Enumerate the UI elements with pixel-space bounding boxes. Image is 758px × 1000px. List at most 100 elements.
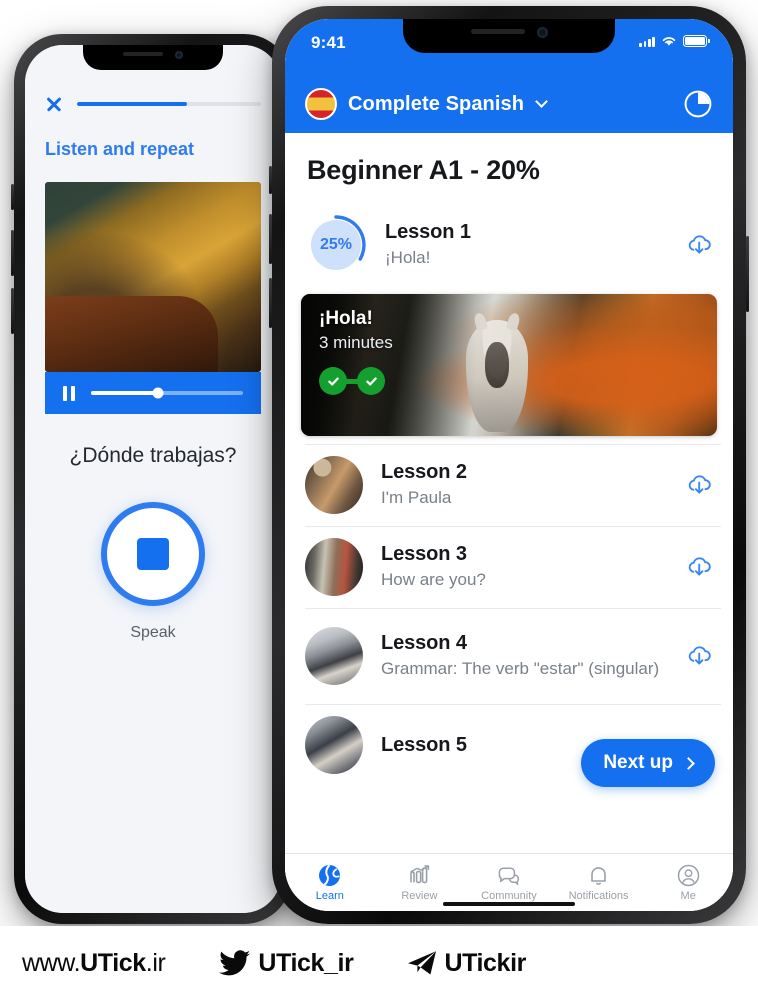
- website-prefix: www.: [22, 948, 81, 977]
- right-phone-volume-down[interactable]: [269, 278, 272, 328]
- check-circle-icon: [357, 367, 385, 395]
- left-phone-mute-switch[interactable]: [11, 184, 14, 210]
- screenshot-stage: Listen and repeat ¿Dónde trabajas? Speak: [0, 0, 758, 1000]
- tab-label: Review: [401, 890, 438, 902]
- lesson-text: Lesson 4 Grammar: The verb "estar" (sing…: [381, 632, 667, 681]
- divider: [305, 704, 721, 705]
- lesson-text: Lesson 3 How are you?: [381, 543, 667, 592]
- earpiece-speaker-icon: [123, 52, 163, 56]
- list-item[interactable]: Lesson 3 How are you?: [285, 526, 733, 608]
- lesson-thumbnail: [305, 538, 363, 596]
- lesson-list-container[interactable]: Beginner A1 - 20% 25% Lesson 1 ¡Hola! ¡H…: [285, 133, 733, 853]
- exercise-heading: Listen and repeat: [45, 139, 195, 159]
- exercise-progress-bar: [77, 102, 261, 106]
- list-item[interactable]: Lesson 4 Grammar: The verb "estar" (sing…: [285, 608, 733, 704]
- app-bar: Complete Spanish: [285, 75, 733, 133]
- chat-bubbles-icon: [499, 867, 520, 885]
- lesson-progress-label: 25%: [319, 236, 353, 253]
- right-phone-device: 9:41 Complete Spanish Beginner A1 - 20% …: [269, 6, 749, 924]
- lesson-subtitle: I'm Paula: [381, 487, 452, 507]
- audio-player[interactable]: [45, 372, 261, 414]
- earpiece-speaker-icon: [470, 29, 525, 34]
- divider: [305, 444, 721, 445]
- website-brand: www.UTick.ir: [22, 948, 166, 978]
- chevron-down-icon[interactable]: [535, 95, 548, 108]
- lesson-title: Lesson 4: [381, 631, 467, 654]
- speak-control: Speak: [25, 502, 281, 642]
- page-title: Beginner A1 - 20%: [307, 155, 540, 185]
- speak-record-button[interactable]: [101, 502, 205, 606]
- lesson-exercise-screen: Listen and repeat ¿Dónde trabajas? Speak: [25, 45, 281, 913]
- right-phone-power-button[interactable]: [746, 236, 749, 312]
- status-time: 9:41: [311, 33, 346, 52]
- divider: [305, 608, 721, 609]
- twitter-handle: UTick_ir: [258, 948, 354, 977]
- bell-icon: [591, 867, 606, 885]
- divider: [305, 526, 721, 527]
- list-item[interactable]: Lesson 2 I'm Paula: [285, 444, 733, 526]
- left-phone-volume-up[interactable]: [11, 230, 14, 276]
- website-suffix: .ir: [145, 948, 166, 977]
- tab-community[interactable]: Community: [464, 863, 554, 902]
- globe-icon: [319, 864, 341, 886]
- pause-icon[interactable]: [63, 385, 75, 401]
- close-x-icon[interactable]: [45, 95, 63, 113]
- battery-full-icon: [683, 35, 710, 47]
- right-phone-mute-switch[interactable]: [269, 166, 272, 194]
- clock-timer-icon[interactable]: [683, 89, 713, 119]
- cloud-download-icon[interactable]: [685, 472, 713, 498]
- left-phone-notch: [83, 45, 223, 70]
- home-indicator: [443, 902, 575, 906]
- tab-label: Me: [680, 890, 696, 902]
- telegram-handle: UTickir: [444, 948, 526, 977]
- tab-review[interactable]: Review: [375, 863, 465, 902]
- front-camera-icon: [175, 51, 183, 59]
- speak-button-label: Speak: [130, 624, 176, 641]
- right-phone-volume-up[interactable]: [269, 214, 272, 264]
- twitter-bird-icon: [219, 949, 251, 975]
- tab-learn[interactable]: Learn: [285, 863, 375, 902]
- exercise-photo: [45, 182, 261, 372]
- lesson-subtitle: How are you?: [381, 569, 486, 589]
- website-url: www.UTick.ir: [22, 948, 166, 978]
- wifi-icon: [662, 37, 676, 46]
- person-circle-icon: [677, 864, 699, 887]
- left-phone-volume-down[interactable]: [11, 288, 14, 334]
- lesson-thumbnail: [305, 627, 363, 685]
- tab-label: Notifications: [568, 890, 629, 902]
- current-lesson-video-card[interactable]: ¡Hola! 3 minutes: [301, 294, 717, 436]
- lesson-title: Lesson 1: [385, 220, 471, 243]
- tab-label: Community: [481, 890, 537, 902]
- left-phone-screen: Listen and repeat ¿Dónde trabajas? Speak: [25, 45, 281, 913]
- course-selector-title[interactable]: Complete Spanish: [348, 93, 524, 116]
- footer-branding-bar: www.UTick.ir UTick_ir UTickir: [0, 926, 758, 1000]
- lesson-text: Lesson 1 ¡Hola!: [385, 221, 667, 270]
- video-title: ¡Hola!: [319, 308, 373, 329]
- cloud-download-icon[interactable]: [685, 643, 713, 669]
- status-icons: [639, 33, 710, 47]
- course-home-screen: 9:41 Complete Spanish Beginner A1 - 20% …: [285, 19, 733, 911]
- tab-me[interactable]: Me: [643, 863, 733, 902]
- twitter-brand: UTick_ir: [219, 948, 354, 978]
- cloud-download-icon[interactable]: [685, 232, 713, 258]
- list-item[interactable]: 25% Lesson 1 ¡Hola!: [285, 202, 733, 288]
- audio-scrubber-knob[interactable]: [152, 387, 164, 399]
- audio-scrubber-fill: [91, 391, 158, 395]
- tab-notifications[interactable]: Notifications: [554, 863, 644, 902]
- lesson-thumbnail: [305, 716, 363, 774]
- telegram-plane-icon: [408, 951, 437, 975]
- right-phone-screen: 9:41 Complete Spanish Beginner A1 - 20% …: [285, 19, 733, 911]
- bar-chart-icon: [410, 865, 430, 884]
- left-phone-device: Listen and repeat ¿Dónde trabajas? Speak: [11, 34, 295, 924]
- completion-badges: [319, 367, 393, 395]
- check-circle-icon: [319, 367, 347, 395]
- lesson-thumbnail: [305, 456, 363, 514]
- exercise-topbar: [25, 83, 281, 113]
- right-phone-notch: [403, 19, 615, 53]
- website-name: UTick: [80, 948, 146, 977]
- audio-scrubber[interactable]: [91, 387, 243, 399]
- lesson-title: Lesson 3: [381, 542, 467, 565]
- next-up-button[interactable]: Next up: [581, 739, 715, 787]
- cloud-download-icon[interactable]: [685, 554, 713, 580]
- chevron-right-icon: [682, 756, 695, 770]
